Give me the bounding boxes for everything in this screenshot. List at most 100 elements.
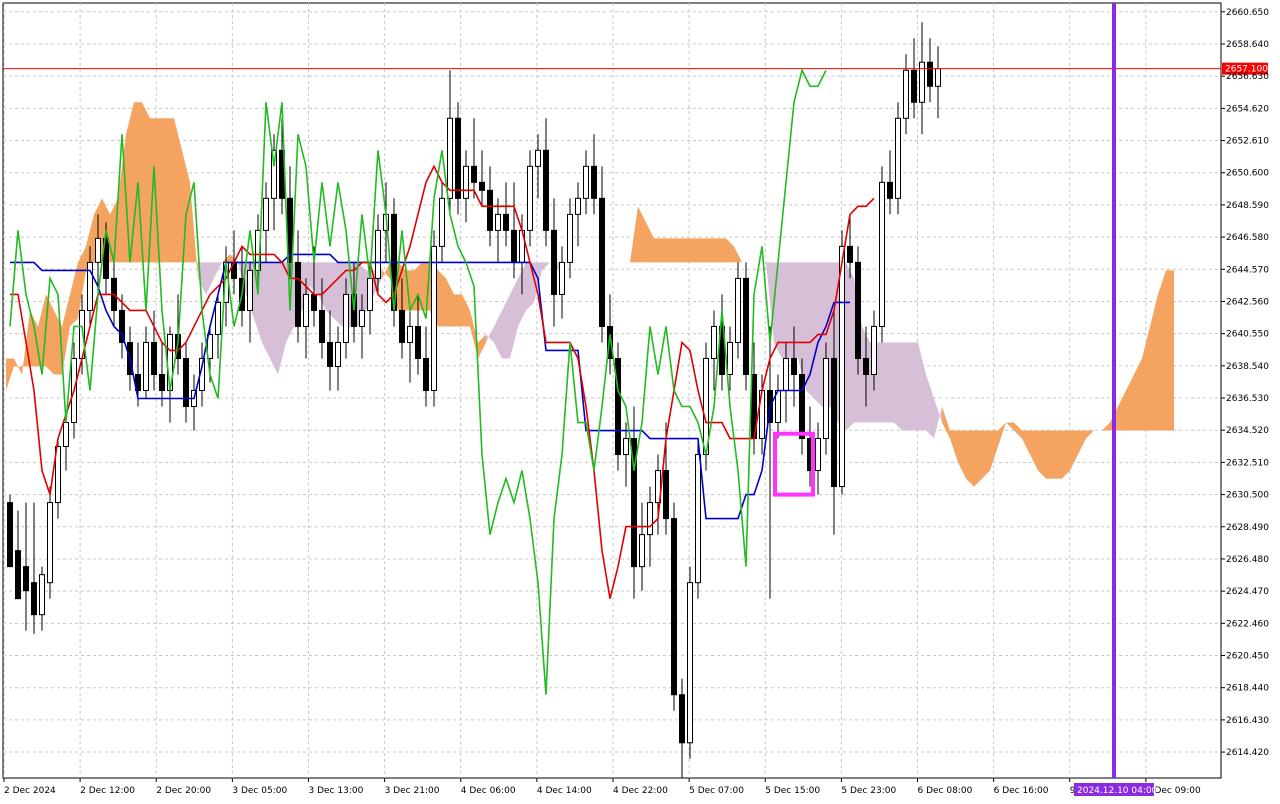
candle-body-bear [679,694,685,744]
kumo-bull-segment [166,118,174,263]
kumo-bull-segment [1078,430,1086,455]
candle [335,326,341,391]
candlestick-chart[interactable]: 2657.100 2660.650 2658.640 2656.630 2654.62… [0,0,1280,800]
kumo-bear-segment [214,262,222,279]
candle-body-bull [823,357,829,440]
candle [471,118,477,199]
candle [183,342,189,423]
candle [935,46,941,119]
candle [743,262,749,391]
kumo-bull-segment [670,238,678,263]
candle-body-bull [359,309,365,327]
candle [719,294,725,391]
kumo-bull-segment [1102,422,1110,431]
candle [687,566,693,759]
x-tick-label: 4 Dec 06:00 [461,786,516,796]
candle [47,486,53,599]
candle-body-bull [687,582,693,744]
candle-body-bear [311,293,317,311]
candle-body-bull [559,261,565,295]
candle-body-bear [863,357,869,375]
kumo-bear-segment [510,278,518,359]
x-tick-label: 6 Dec 08:00 [918,786,973,796]
kumo-bear-segment [262,262,270,359]
y-tick-label: 2622.460 [1226,619,1269,629]
kumo-bull-segment [1038,430,1046,479]
candle [455,102,461,215]
candle [927,38,933,103]
y-tick-label: 2636.530 [1226,394,1269,404]
x-tick-label: 3 Dec 05:00 [232,786,287,796]
candle-body-bear [743,277,749,375]
kumo-bull-segment [70,262,78,327]
candle-body-bull [47,502,53,584]
candle-body-bull [879,181,885,327]
candle-body-bull [647,502,653,536]
candle-body-bull [367,277,373,311]
candle-body-bull [407,325,413,343]
kumo-bull-segment [1086,430,1094,439]
candle-body-bull [567,213,573,263]
kumo-bull-segment [1062,430,1070,479]
kumo-bull-segment [710,238,718,263]
kumo-bull-segment [1166,270,1174,431]
x-tick-label: 5 Dec 23:00 [841,786,896,796]
y-tick-label: 2654.620 [1226,104,1269,114]
candle [559,246,565,319]
kumo-bull-segment [966,430,974,487]
candle-body-bear [791,357,797,375]
kumo-bull-segment [1006,422,1014,431]
candle-body-bear [911,69,917,103]
candle [591,134,597,215]
candle-body-bull [39,574,45,616]
candle [879,166,885,343]
kumo-bull-segment [974,430,982,487]
kumo-bull-segment [654,238,662,263]
candle-body-bull [263,197,269,231]
chart-canvas[interactable]: 2657.100 2660.6502658.6402656.6302654.62… [0,0,1280,800]
candle-body-bull [343,293,349,343]
kumo-bull-segment [638,206,646,263]
candle [855,246,861,375]
candle [639,502,645,591]
candle [15,510,21,600]
candle-body-bear [887,181,893,199]
y-tick-label: 2634.520 [1226,426,1269,436]
y-tick-label: 2650.600 [1226,169,1269,179]
kumo-bull-segment [454,294,462,327]
kumo-bear-segment [918,342,926,431]
x-tick-label: 4 Dec 14:00 [537,786,592,796]
kumo-bear-segment [486,326,494,343]
y-tick-label: 2630.500 [1226,491,1269,501]
candle [599,166,605,343]
x-tick-label: 6 Dec 16:00 [994,786,1049,796]
kumo-bull-segment [630,206,638,263]
x-tick-label: 5 Dec 15:00 [765,786,820,796]
kumo-bear-segment [494,310,502,359]
kumo-bull-segment [478,334,486,359]
candle-body-bull [735,277,741,343]
kumo-bear-segment [894,342,902,431]
candle [567,198,573,279]
y-tick-label: 2658.640 [1226,40,1269,50]
candle-body-bear [327,341,333,367]
kumo-bull-segment [1014,422,1022,439]
candle-body-bull [583,165,589,199]
candle-body-bear [399,309,405,343]
candle-body-bear [847,245,853,263]
kumo-bear-segment [334,262,342,327]
y-tick-label: 2652.610 [1226,137,1269,147]
candle-body-bull [143,341,149,391]
kumo-bear-segment [270,262,278,375]
kumo-bull-segment [1054,430,1062,479]
kumo-bull-segment [1046,430,1054,479]
kumo-bear-segment [934,398,942,439]
candle-body-bull [935,68,941,87]
y-tick-label: 2648.590 [1226,201,1269,211]
candle-body-bull [783,357,789,392]
kumo-bear-segment [886,342,894,423]
candle-body-bull [871,325,877,375]
candle [631,406,637,599]
candle-body-bear [503,213,509,231]
kumo-bear-segment [926,374,934,439]
